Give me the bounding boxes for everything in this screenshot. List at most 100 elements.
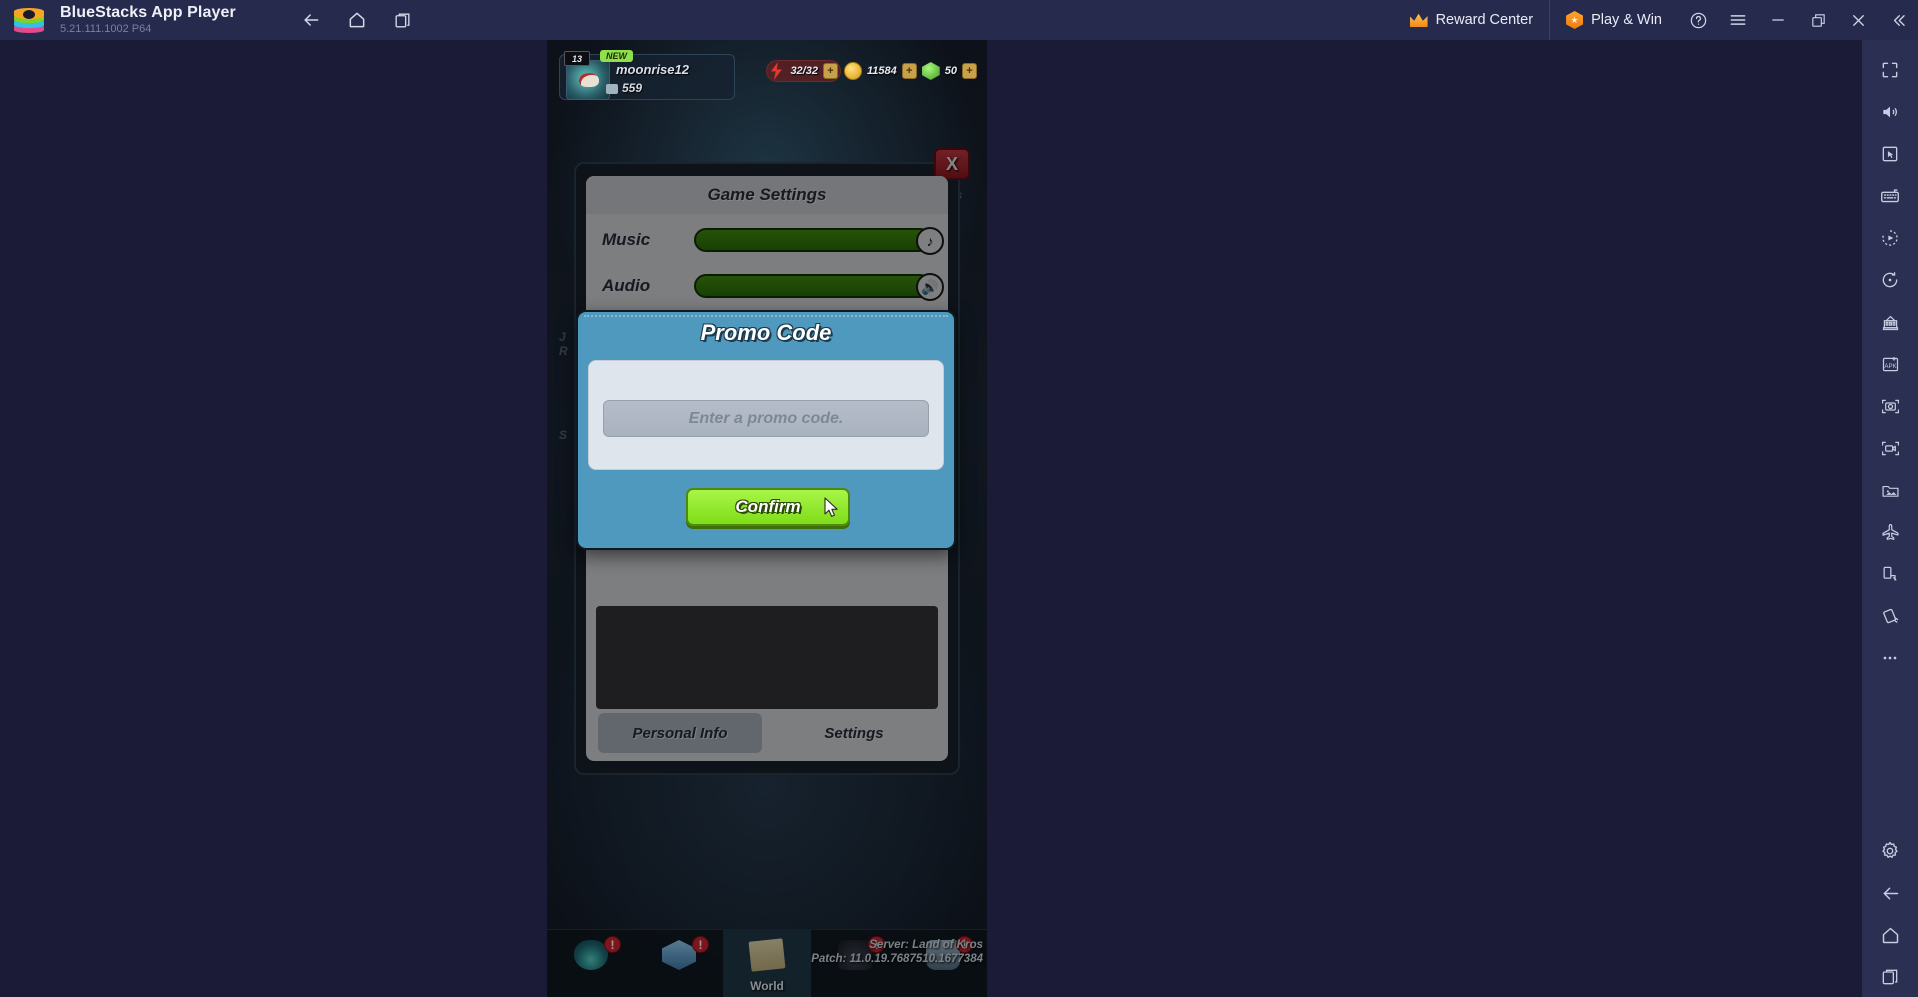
tab-personal-info[interactable]: Personal Info <box>598 713 762 753</box>
app-version: 5.21.111.1002 P64 <box>60 22 152 35</box>
record-screen-icon[interactable] <box>1868 428 1912 468</box>
guild-value: 559 <box>605 81 643 95</box>
potion-icon <box>574 940 608 970</box>
reward-center-label: Reward Center <box>1435 12 1534 28</box>
app-title-block: BlueStacks App Player 5.21.111.1002 P64 <box>60 3 236 35</box>
confirm-button[interactable]: Confirm <box>686 488 850 526</box>
multi-instance-button[interactable] <box>383 4 423 36</box>
back-button[interactable] <box>291 4 331 36</box>
help-button[interactable] <box>1678 0 1718 40</box>
nav-item-alchemy[interactable]: ! <box>547 930 635 997</box>
speaker-icon[interactable]: 🔊 <box>916 273 944 301</box>
bluestacks-logo-icon <box>12 3 46 37</box>
energy-icon <box>771 62 782 80</box>
music-note-icon[interactable]: ♪ <box>916 227 944 255</box>
rotate-icon[interactable] <box>1868 260 1912 300</box>
gold-value: 11584 <box>866 65 897 77</box>
gold-plus-button[interactable]: + <box>901 63 917 79</box>
star-hex-icon: ★ <box>1566 11 1584 29</box>
recents-icon[interactable] <box>1868 957 1912 997</box>
app-title: BlueStacks App Player <box>60 3 236 21</box>
tab-settings-label: Settings <box>824 724 884 742</box>
gem-nav-icon <box>662 940 696 970</box>
shake-icon[interactable] <box>1868 596 1912 636</box>
more-options-icon[interactable] <box>1868 638 1912 678</box>
player-card[interactable]: 13 NEW moonrise12 559 <box>559 50 735 100</box>
new-badge: NEW <box>600 50 633 62</box>
avatar <box>566 60 610 100</box>
crown-icon <box>1409 13 1428 27</box>
promo-code-dialog: Promo Code Enter a promo code. Confirm <box>576 310 956 550</box>
svg-text:APK: APK <box>1884 363 1896 370</box>
audio-label: Audio <box>602 276 651 295</box>
confirm-button-label: Confirm <box>735 497 801 516</box>
gem-plus-button[interactable]: + <box>962 63 977 79</box>
airplane-mode-icon[interactable] <box>1868 512 1912 552</box>
menu-button[interactable] <box>1718 0 1758 40</box>
media-manager-icon[interactable] <box>1868 470 1912 510</box>
settings-gear-icon[interactable] <box>1868 831 1912 871</box>
bg-text-s: S <box>559 428 568 442</box>
energy-value: 32/32 <box>790 65 818 77</box>
server-info: Server: Land of Kros Patch: 11.0.19.7687… <box>811 938 983 967</box>
nav-item-world[interactable]: World <box>723 930 811 997</box>
promo-code-input[interactable]: Enter a promo code. <box>603 400 929 437</box>
tab-personal-info-label: Personal Info <box>632 724 728 742</box>
tab-settings[interactable]: Settings <box>772 713 936 753</box>
keyboard-controls-icon[interactable] <box>1868 176 1912 216</box>
game-viewport[interactable]: 13 NEW moonrise12 559 32/32 + 11584 + 50… <box>547 40 987 997</box>
audio-slider[interactable]: 🔊 <box>694 273 944 301</box>
promo-code-body: Enter a promo code. <box>588 360 944 470</box>
maximize-button[interactable] <box>1798 0 1838 40</box>
setting-row-music[interactable]: Music ♪ <box>586 220 948 260</box>
titlebar-nav-group <box>291 4 423 36</box>
map-icon <box>748 938 786 972</box>
nav-item-upgrade[interactable]: ! <box>635 930 723 997</box>
setting-row-audio[interactable]: Audio 🔊 <box>586 266 948 306</box>
screenshot-icon[interactable] <box>1868 386 1912 426</box>
gold-coin-icon <box>843 62 862 80</box>
resource-energy[interactable]: 32/32 + <box>766 60 841 82</box>
bluestacks-tool-sidebar: APK <box>1862 40 1918 997</box>
energy-plus-button[interactable]: + <box>822 63 838 79</box>
nav-item-world-label: World <box>750 979 784 993</box>
titlebar: BlueStacks App Player 5.21.111.1002 P64 … <box>0 0 1918 40</box>
play-and-win-button[interactable]: ★ Play & Win <box>1549 0 1678 40</box>
music-slider[interactable]: ♪ <box>694 227 944 255</box>
install-apk-icon[interactable]: APK <box>1868 344 1912 384</box>
resource-gold[interactable]: 11584 + <box>843 60 919 82</box>
volume-icon[interactable] <box>1868 92 1912 132</box>
settings-panel-title: Game Settings <box>586 176 948 214</box>
server-name: Server: Land of Kros <box>869 939 983 951</box>
promo-code-placeholder: Enter a promo code. <box>688 409 844 427</box>
settings-content-area <box>596 606 938 709</box>
patch-version: Patch: 11.0.19.7687510.1677384 <box>811 953 983 966</box>
fullscreen-icon[interactable] <box>1868 50 1912 90</box>
cursor-pointer-icon[interactable] <box>1868 134 1912 174</box>
home-button[interactable] <box>337 4 377 36</box>
music-label: Music <box>602 230 651 249</box>
play-and-win-label: Play & Win <box>1591 12 1662 28</box>
macro-recorder-icon[interactable] <box>1868 218 1912 258</box>
bg-text-r: R <box>559 344 568 358</box>
gem-icon <box>921 62 940 80</box>
promo-code-title: Promo Code <box>700 320 832 345</box>
home-icon[interactable] <box>1868 915 1912 955</box>
game-bottom-nav: ! ! World ! ! Server: Land of Kros Patch… <box>547 929 987 997</box>
collapse-sidebar-button[interactable] <box>1878 0 1918 40</box>
gem-value: 50 <box>944 65 957 77</box>
alert-badge-alchemy: ! <box>604 936 621 953</box>
alert-badge-upgrade: ! <box>692 936 709 953</box>
settings-tabs: Personal Info Settings <box>598 713 936 753</box>
device-rotate-icon[interactable] <box>1868 554 1912 594</box>
resource-gem[interactable]: 50 + <box>921 60 979 82</box>
minimize-button[interactable] <box>1758 0 1798 40</box>
window-controls <box>1678 0 1918 40</box>
back-icon[interactable] <box>1868 873 1912 913</box>
eco-mode-icon[interactable] <box>1868 302 1912 342</box>
bg-text-j: J <box>559 330 566 344</box>
close-button[interactable] <box>1838 0 1878 40</box>
resource-bar: 32/32 + 11584 + 50 + <box>766 60 979 82</box>
reward-center-button[interactable]: Reward Center <box>1394 0 1550 40</box>
game-hud: 13 NEW moonrise12 559 32/32 + 11584 + 50… <box>555 50 981 102</box>
